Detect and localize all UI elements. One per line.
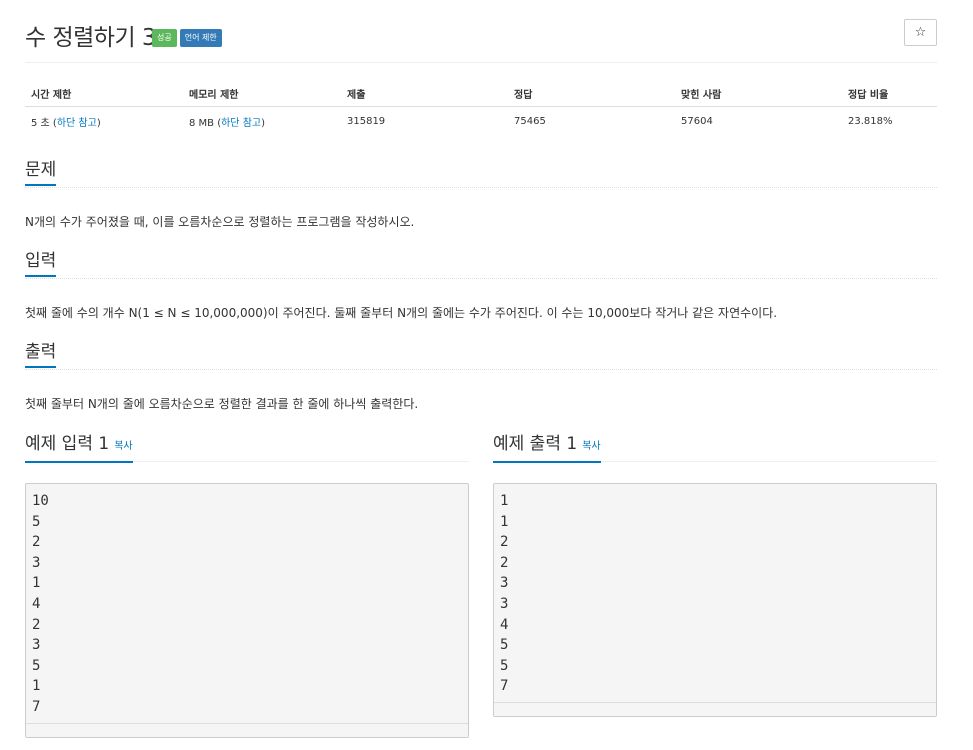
sample-line: 3 [32,637,41,654]
sample-output-heading-text: 예제 출력 1 [493,434,578,454]
solved-by-cell: 57604 [681,115,713,127]
sample-line: 2 [500,554,509,571]
sample-line: 1 [500,513,509,530]
copy-sample-output-button[interactable]: 복사 [582,441,600,452]
input-heading-text: 입력 [25,250,57,277]
language-restriction-badge: 언어 제한 [179,29,222,47]
problem-info-table: 시간 제한 메모리 제한 제출 정답 맞힌 사람 정답 비율 5 초 (하단 참… [25,80,937,135]
accepted-cell: 75465 [514,115,546,127]
time-limit-cell: 5 초 (하단 참고) [25,107,183,136]
sample-line: 5 [32,657,41,674]
submissions-cell: 315819 [347,115,386,127]
sample-input-section: 예제 입력 1 복사 10 5 2 3 1 4 2 3 5 1 7 [25,432,469,738]
header-submissions: 제출 [341,80,508,107]
star-button[interactable]: ☆ [904,19,937,46]
copy-sample-input-button[interactable]: 복사 [114,441,132,452]
sample-line: 5 [500,637,509,654]
time-close-paren: ) [96,117,101,129]
time-limit-value: 5 초 ( [31,117,57,129]
input-description-text: 첫째 줄에 수의 개수 N(1 ≤ N ≤ 10,000,000)이 주어진다.… [25,306,778,320]
problem-heading-text: 문제 [25,159,57,186]
sample-line: 5 [500,657,509,674]
sample-line: 2 [32,616,41,633]
output-heading-text: 출력 [25,341,57,368]
sample-line: 3 [500,575,509,592]
problem-title: 수 정렬하기 3 [25,25,157,51]
problem-description-section: 문제 N개의 수가 주어졌을 때, 이를 오름차순으로 정렬하는 프로그램을 작… [25,158,937,229]
memory-limit-cell: 8 MB (하단 참고) [183,107,341,136]
sample-input-scrollbar[interactable] [26,722,468,737]
problem-header: 수 정렬하기 3 성공 언어 제한 ☆ [25,0,937,63]
problem-description-text: N개의 수가 주어졌을 때, 이를 오름차순으로 정렬하는 프로그램을 작성하시… [25,215,415,229]
problem-heading: 문제 [25,158,937,188]
info-value-row: 5 초 (하단 참고) 8 MB (하단 참고) 315819 75465 57… [25,107,937,136]
header-accepted: 정답 [508,80,675,107]
info-header-row: 시간 제한 메모리 제한 제출 정답 맞힌 사람 정답 비율 [25,80,937,107]
sample-input-lines: 10 5 2 3 1 4 2 3 5 1 7 [26,484,468,723]
sample-line: 2 [32,534,41,551]
memory-limit-value: 8 MB ( [189,117,222,129]
problem-page: 수 정렬하기 3 성공 언어 제한 ☆ 시간 제한 메모리 제한 제출 정답 맞… [25,0,937,738]
sample-output-lines: 1 1 2 2 3 3 4 5 5 7 [494,484,936,702]
output-description-text: 첫째 줄부터 N개의 줄에 오름차순으로 정렬한 결과를 한 줄에 하나씩 출력… [25,397,419,411]
input-section: 입력 첫째 줄에 수의 개수 N(1 ≤ N ≤ 10,000,000)이 주어… [25,249,937,320]
header-memory-limit: 메모리 제한 [183,80,341,107]
sample-line: 1 [32,678,41,695]
output-heading: 출력 [25,340,937,370]
sample-output-box[interactable]: 1 1 2 2 3 3 4 5 5 7 [493,483,937,717]
sample-line: 1 [32,575,41,592]
sample-line: 4 [32,595,41,612]
ratio-cell: 23.818% [848,115,893,127]
memory-close-paren: ) [261,117,265,129]
sample-line: 3 [500,595,509,612]
sample-input-heading: 예제 입력 1 복사 [25,432,469,463]
sample-output-heading: 예제 출력 1 복사 [493,432,937,463]
sample-line: 3 [32,554,41,571]
sample-line: 7 [500,678,509,695]
output-section: 출력 첫째 줄부터 N개의 줄에 오름차순으로 정렬한 결과를 한 줄에 하나씩… [25,340,937,411]
sample-output-section: 예제 출력 1 복사 1 1 2 2 3 3 4 5 5 7 [493,432,937,717]
header-time-limit: 시간 제한 [25,80,183,107]
sample-line: 10 [32,493,49,509]
memory-limit-note-link[interactable]: 하단 참고 [221,118,261,129]
sample-line: 7 [32,698,41,715]
header-solved-by: 맞힌 사람 [675,80,842,107]
sample-input-box[interactable]: 10 5 2 3 1 4 2 3 5 1 7 [25,483,469,738]
sample-line: 2 [500,534,509,551]
success-badge: 성공 [152,29,177,47]
sample-line: 5 [32,513,41,530]
input-heading: 입력 [25,249,937,279]
star-icon: ☆ [914,25,927,40]
sample-output-scrollbar[interactable] [494,701,936,716]
time-limit-note-link[interactable]: 하단 참고 [57,118,97,129]
sample-input-heading-text: 예제 입력 1 [25,434,110,454]
sample-line: 1 [500,493,509,509]
badge-group: 성공 언어 제한 [152,29,222,47]
sample-line: 4 [500,616,509,633]
header-ratio: 정답 비율 [842,80,937,107]
